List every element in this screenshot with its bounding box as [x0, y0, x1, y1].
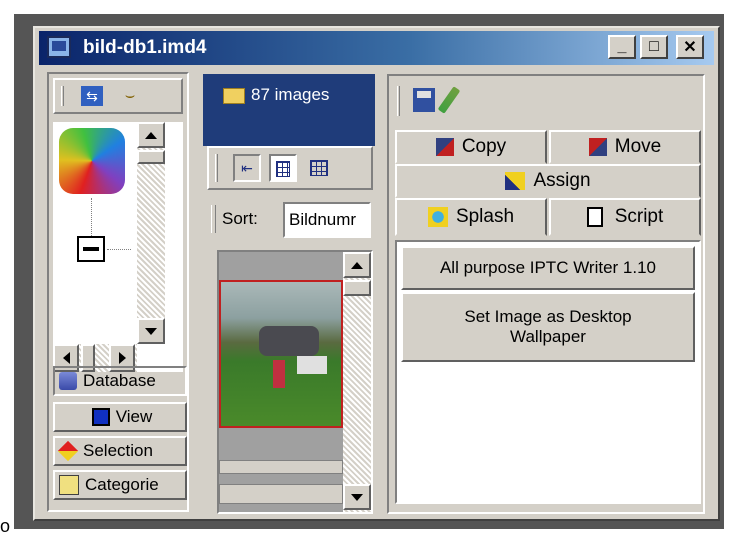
toolbar-grip — [61, 86, 64, 106]
title-bar[interactable]: bild-db1.imd4 _ □ ✕ — [39, 31, 714, 65]
tab-label: Copy — [461, 136, 507, 157]
images-header[interactable]: 87 images — [203, 74, 375, 146]
image-thumbnail[interactable] — [219, 280, 343, 428]
photo-car — [259, 326, 319, 356]
swap-icon[interactable]: ⇆ — [81, 86, 103, 106]
tab-move[interactable]: Move — [549, 130, 701, 164]
move-icon — [588, 138, 607, 156]
sort-select[interactable]: Bildnumr — [283, 202, 371, 238]
window-title: bild-db1.imd4 — [83, 37, 207, 58]
database-icon — [59, 372, 77, 390]
script-item[interactable]: Set Image as Desktop Wallpaper — [401, 292, 695, 362]
scroll-thumb[interactable] — [343, 280, 371, 296]
edit-icon[interactable] — [437, 86, 461, 114]
thumbnail-small-icon[interactable]: ⇤ — [233, 154, 261, 182]
copy-icon — [435, 138, 454, 156]
nav-item-view[interactable]: View — [53, 402, 187, 432]
nav-item-label: View — [115, 407, 153, 426]
script-item[interactable]: All purpose IPTC Writer 1.10 — [401, 246, 695, 290]
sort-label: Sort: — [222, 209, 258, 228]
image-list — [217, 250, 373, 514]
script-item-label: Set Image as Desktop Wallpaper — [464, 307, 632, 346]
nav-item-selection[interactable]: Selection — [53, 436, 187, 466]
image-list-item[interactable] — [219, 460, 343, 474]
photo-table — [297, 356, 327, 374]
tree-view — [53, 122, 183, 372]
minimize-button[interactable]: _ — [608, 35, 636, 59]
nav-item-label: Selection — [83, 441, 153, 460]
images-toolbar: ⇤ — [207, 146, 373, 190]
right-toolbar — [389, 76, 703, 126]
nav-item-label: Categorie — [85, 475, 159, 494]
tab-label: Script — [614, 206, 664, 227]
script-list: All purpose IPTC Writer 1.10 Set Image a… — [395, 240, 701, 504]
tree-scrollbar[interactable] — [137, 122, 165, 344]
toolbar-grip — [211, 205, 216, 233]
scroll-down-button[interactable] — [343, 484, 371, 510]
folder-icon — [223, 88, 245, 104]
tab-assign[interactable]: Assign — [395, 164, 701, 198]
collapse-node[interactable] — [77, 236, 105, 262]
scroll-up-button[interactable] — [343, 252, 371, 278]
tab-copy[interactable]: Copy — [395, 130, 547, 164]
script-icon — [586, 207, 603, 227]
thumbnail-list-icon[interactable] — [305, 154, 333, 182]
tree-line — [91, 198, 92, 238]
sort-row: Sort: — [211, 202, 258, 236]
image-list-item[interactable] — [219, 484, 343, 504]
image-list-scrollbar[interactable] — [343, 252, 371, 512]
assign-icon — [505, 172, 526, 190]
splash-icon — [427, 207, 448, 227]
filter-icon[interactable]: ⌣ — [119, 85, 141, 107]
scroll-up-button[interactable] — [137, 122, 165, 148]
left-toolbar: ⇆ ⌣ — [53, 78, 183, 114]
tab-script[interactable]: Script — [549, 198, 701, 236]
color-cube-icon[interactable] — [59, 128, 125, 194]
tab-label: Splash — [455, 206, 515, 227]
script-item-label: All purpose IPTC Writer 1.10 — [439, 258, 657, 277]
nav-item-categories[interactable]: Categorie — [53, 470, 187, 500]
toolbar-grip — [215, 154, 218, 182]
scroll-down-button[interactable] — [137, 318, 165, 344]
tree-branch — [107, 249, 131, 250]
app-window: bild-db1.imd4 _ □ ✕ ⇆ ⌣ Database View Se… — [33, 26, 720, 521]
selection-icon — [57, 440, 79, 462]
save-icon[interactable] — [413, 88, 435, 112]
toolbar-grip — [397, 86, 400, 116]
categories-icon — [59, 475, 79, 495]
maximize-button[interactable]: □ — [640, 35, 668, 59]
tab-label: Assign — [533, 170, 591, 191]
close-button[interactable]: ✕ — [676, 35, 704, 59]
scroll-thumb[interactable] — [137, 150, 165, 164]
photo-person — [273, 360, 285, 388]
view-icon — [91, 408, 110, 426]
nav-item-database[interactable]: Database — [53, 366, 187, 396]
tab-label: Move — [614, 136, 662, 157]
tab-splash[interactable]: Splash — [395, 198, 547, 236]
app-icon — [47, 36, 71, 58]
right-panel: Copy Move Assign Splash Script All purpo… — [387, 74, 705, 514]
thumbnail-grid-icon[interactable] — [269, 154, 297, 182]
image-count: 87 images — [251, 85, 330, 104]
nav-item-label: Database — [83, 371, 156, 390]
stray-character: o — [0, 516, 11, 536]
